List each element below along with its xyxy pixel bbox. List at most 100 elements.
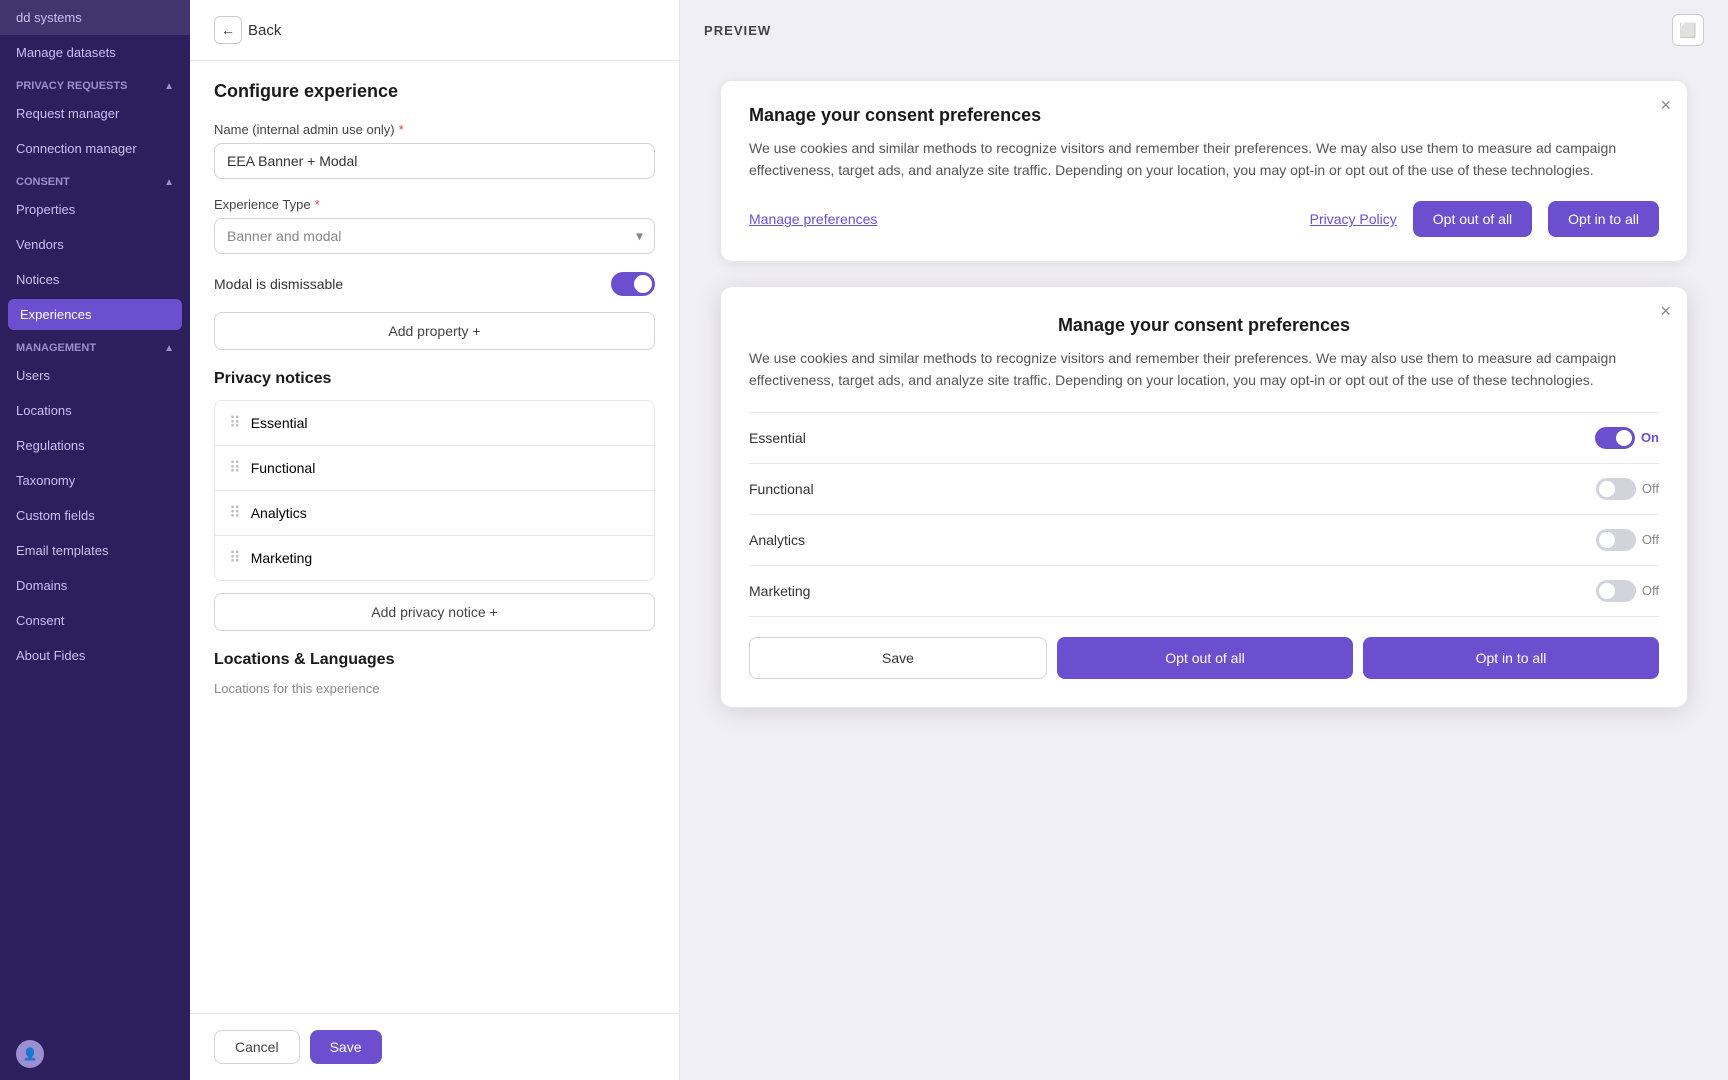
modal-footer: Save Opt out of all Opt in to all xyxy=(749,637,1659,679)
sidebar-item-email-templates[interactable]: Email templates xyxy=(0,533,190,568)
sidebar-item-consent[interactable]: Consent xyxy=(0,603,190,638)
name-label: Name (internal admin use only) * xyxy=(214,122,655,137)
modal-close-button[interactable]: × xyxy=(1660,301,1671,322)
banner-opt-out-button[interactable]: Opt out of all xyxy=(1413,201,1532,237)
pref-toggle-analytics[interactable]: Off xyxy=(1596,529,1659,551)
preview-body: × Manage your consent preferences We use… xyxy=(680,60,1728,1080)
pref-label-functional: Functional xyxy=(749,481,814,497)
sidebar-item-domains[interactable]: Domains xyxy=(0,568,190,603)
pref-toggle-marketing[interactable]: Off xyxy=(1596,580,1659,602)
privacy-notice-list: ⠿ Essential ⠿ Functional ⠿ Analytics ⠿ M… xyxy=(214,400,655,581)
modal-opt-in-button[interactable]: Opt in to all xyxy=(1363,637,1659,679)
sidebar-item-connection-manager[interactable]: Connection manager xyxy=(0,131,190,166)
modal-dismissable-label: Modal is dismissable xyxy=(214,276,343,292)
modal-opt-out-button[interactable]: Opt out of all xyxy=(1057,637,1353,679)
add-privacy-notice-button[interactable]: Add privacy notice + xyxy=(214,593,655,631)
cancel-button[interactable]: Cancel xyxy=(214,1030,300,1064)
pref-switch-analytics[interactable] xyxy=(1596,529,1636,551)
pref-row-analytics: Analytics Off xyxy=(749,515,1659,566)
manage-preferences-link[interactable]: Manage preferences xyxy=(749,211,877,227)
sidebar-item-taxonomy[interactable]: Taxonomy xyxy=(0,463,190,498)
pref-toggle-functional[interactable]: Off xyxy=(1596,478,1659,500)
sidebar-item-properties[interactable]: Properties xyxy=(0,192,190,227)
pref-toggle-essential[interactable]: On xyxy=(1595,427,1659,449)
pref-switch-marketing[interactable] xyxy=(1596,580,1636,602)
pref-row-functional: Functional Off xyxy=(749,464,1659,515)
device-icon: ⬜ xyxy=(1679,22,1696,39)
drag-handle-icon[interactable]: ⠿ xyxy=(229,503,241,523)
sidebar-item-vendors[interactable]: Vendors xyxy=(0,227,190,262)
notice-label-marketing: Marketing xyxy=(251,550,312,566)
pref-label-marketing: Marketing xyxy=(749,583,810,599)
name-input[interactable] xyxy=(214,143,655,179)
drag-handle-icon[interactable]: ⠿ xyxy=(229,458,241,478)
save-button[interactable]: Save xyxy=(310,1030,382,1064)
sidebar-section-consent[interactable]: CONSENT ▲ xyxy=(0,166,190,192)
sidebar-item-users[interactable]: Users xyxy=(0,358,190,393)
preview-header: PREVIEW ⬜ xyxy=(680,0,1728,60)
modal-description: We use cookies and similar methods to re… xyxy=(749,348,1659,391)
pref-row-marketing: Marketing Off xyxy=(749,566,1659,617)
experience-type-group: Experience Type * Banner and modal ▾ xyxy=(214,197,655,254)
avatar: 👤 xyxy=(16,1040,44,1068)
back-button[interactable]: ← Back xyxy=(214,16,281,44)
notice-item-essential: ⠿ Essential xyxy=(215,401,654,446)
sidebar-section-management[interactable]: MANAGEMENT ▲ xyxy=(0,332,190,358)
sidebar-item-notices[interactable]: Notices xyxy=(0,262,190,297)
sidebar-bottom: 👤 xyxy=(0,1028,190,1080)
privacy-policy-link[interactable]: Privacy Policy xyxy=(1310,211,1397,227)
back-arrow-icon: ← xyxy=(214,16,242,44)
preview-panel: PREVIEW ⬜ × Manage your consent preferen… xyxy=(680,0,1728,1080)
drag-handle-icon[interactable]: ⠿ xyxy=(229,413,241,433)
pref-label-essential: Essential xyxy=(749,430,806,446)
modal-title: Manage your consent preferences xyxy=(749,315,1659,336)
config-footer: Cancel Save xyxy=(190,1013,679,1080)
pref-switch-functional[interactable] xyxy=(1596,478,1636,500)
config-header: ← Back xyxy=(190,0,679,61)
required-star-2: * xyxy=(315,197,320,212)
device-toggle-button[interactable]: ⬜ xyxy=(1672,14,1704,46)
experience-type-select[interactable]: Banner and modal xyxy=(214,218,655,254)
drag-handle-icon[interactable]: ⠿ xyxy=(229,548,241,568)
sidebar-section-privacy-requests[interactable]: PRIVACY REQUESTS ▲ xyxy=(0,70,190,96)
consent-banner: × Manage your consent preferences We use… xyxy=(720,80,1688,262)
pref-state-functional: Off xyxy=(1642,481,1659,496)
sidebar-item-manage-datasets[interactable]: Manage datasets xyxy=(0,35,190,70)
add-property-label: Add property + xyxy=(388,323,480,339)
privacy-notices-title: Privacy notices xyxy=(214,370,655,388)
experience-type-label: Experience Type * xyxy=(214,197,655,212)
chevron-icon: ▲ xyxy=(164,343,174,354)
sidebar-item-experiences[interactable]: Experiences xyxy=(8,299,182,330)
locations-sub: Locations for this experience xyxy=(214,681,655,696)
modal-dismissable-row: Modal is dismissable xyxy=(214,272,655,296)
pref-state-essential: On xyxy=(1641,430,1659,445)
modal-preferences: Essential On Functional Off Analytics xyxy=(749,412,1659,617)
banner-title: Manage your consent preferences xyxy=(749,105,1659,126)
sidebar-item-request-manager[interactable]: Request manager xyxy=(0,96,190,131)
back-label: Back xyxy=(248,22,281,39)
pref-label-analytics: Analytics xyxy=(749,532,805,548)
banner-close-button[interactable]: × xyxy=(1660,95,1671,116)
sidebar-item-custom-fields[interactable]: Custom fields xyxy=(0,498,190,533)
chevron-icon: ▲ xyxy=(164,177,174,188)
required-star: * xyxy=(399,122,404,137)
consent-modal: × Manage your consent preferences We use… xyxy=(720,286,1688,707)
sidebar: dd systems Manage datasets PRIVACY REQUE… xyxy=(0,0,190,1080)
pref-state-analytics: Off xyxy=(1642,532,1659,547)
config-title: Configure experience xyxy=(214,81,655,102)
pref-row-essential: Essential On xyxy=(749,413,1659,464)
sidebar-item-regulations[interactable]: Regulations xyxy=(0,428,190,463)
modal-dismissable-toggle[interactable] xyxy=(611,272,655,296)
banner-description: We use cookies and similar methods to re… xyxy=(749,138,1659,181)
sidebar-item-locations[interactable]: Locations xyxy=(0,393,190,428)
notice-item-functional: ⠿ Functional xyxy=(215,446,654,491)
sidebar-item-about-fides[interactable]: About Fides xyxy=(0,638,190,673)
preview-title: PREVIEW xyxy=(704,23,771,38)
pref-switch-essential[interactable] xyxy=(1595,427,1635,449)
add-property-button[interactable]: Add property + xyxy=(214,312,655,350)
notice-item-analytics: ⠿ Analytics xyxy=(215,491,654,536)
sidebar-item-dd-systems[interactable]: dd systems xyxy=(0,0,190,35)
banner-opt-in-button[interactable]: Opt in to all xyxy=(1548,201,1659,237)
notice-label-analytics: Analytics xyxy=(251,505,307,521)
modal-save-button[interactable]: Save xyxy=(749,637,1047,679)
